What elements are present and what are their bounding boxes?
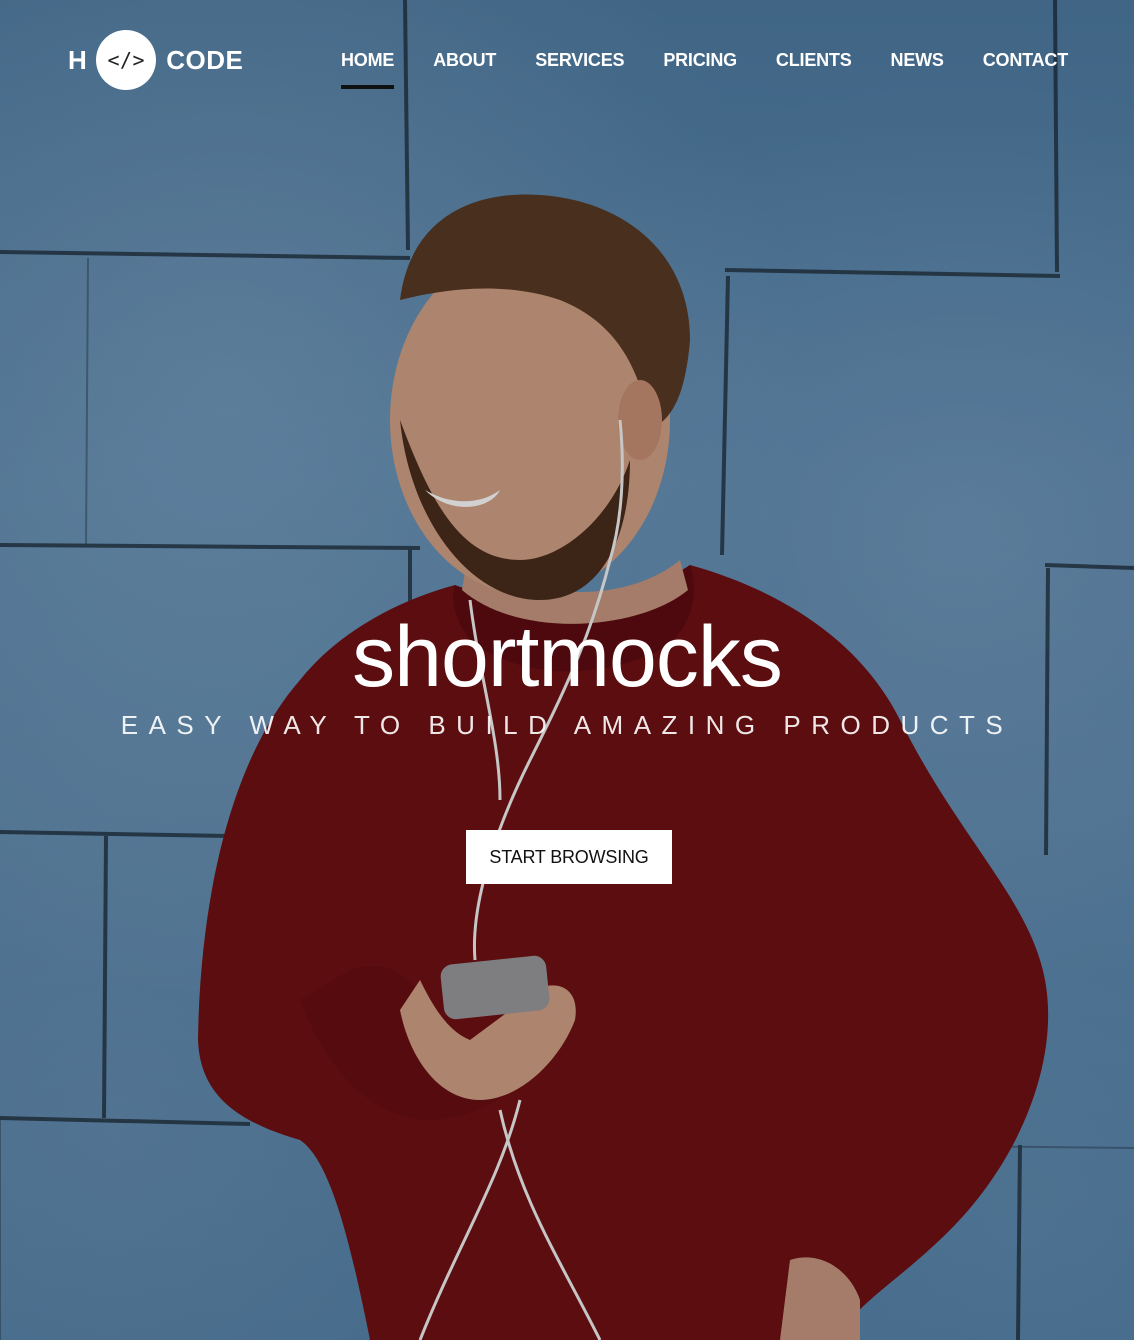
nav-item-home[interactable]: HOME — [341, 50, 395, 89]
logo-right-text: CODE — [166, 44, 244, 75]
nav-item-services[interactable]: SERVICES — [535, 50, 624, 89]
hero-title: shortmocks — [352, 609, 783, 705]
logo-left-text: H — [68, 44, 88, 75]
hero-section: H </> CODE HOME ABOUT SERVICES PRICING C… — [0, 0, 1134, 1340]
brand-logo[interactable]: H </> CODE — [68, 30, 243, 90]
nav-item-pricing[interactable]: PRICING — [663, 50, 737, 89]
nav-item-contact[interactable]: CONTACT — [983, 50, 1068, 89]
nav-item-clients[interactable]: CLIENTS — [776, 50, 852, 89]
nav-item-about[interactable]: ABOUT — [433, 50, 496, 89]
main-nav: HOME ABOUT SERVICES PRICING CLIENTS NEWS… — [302, 50, 1068, 89]
code-icon: </> — [96, 30, 157, 90]
site-header: H </> CODE HOME ABOUT SERVICES PRICING C… — [0, 0, 1134, 120]
hero-subtitle: EASY WAY TO BUILD AMAZING PRODUCTS — [120, 710, 1014, 740]
nav-item-news[interactable]: NEWS — [891, 50, 944, 89]
start-browsing-button[interactable]: START BROWSING — [466, 830, 672, 884]
